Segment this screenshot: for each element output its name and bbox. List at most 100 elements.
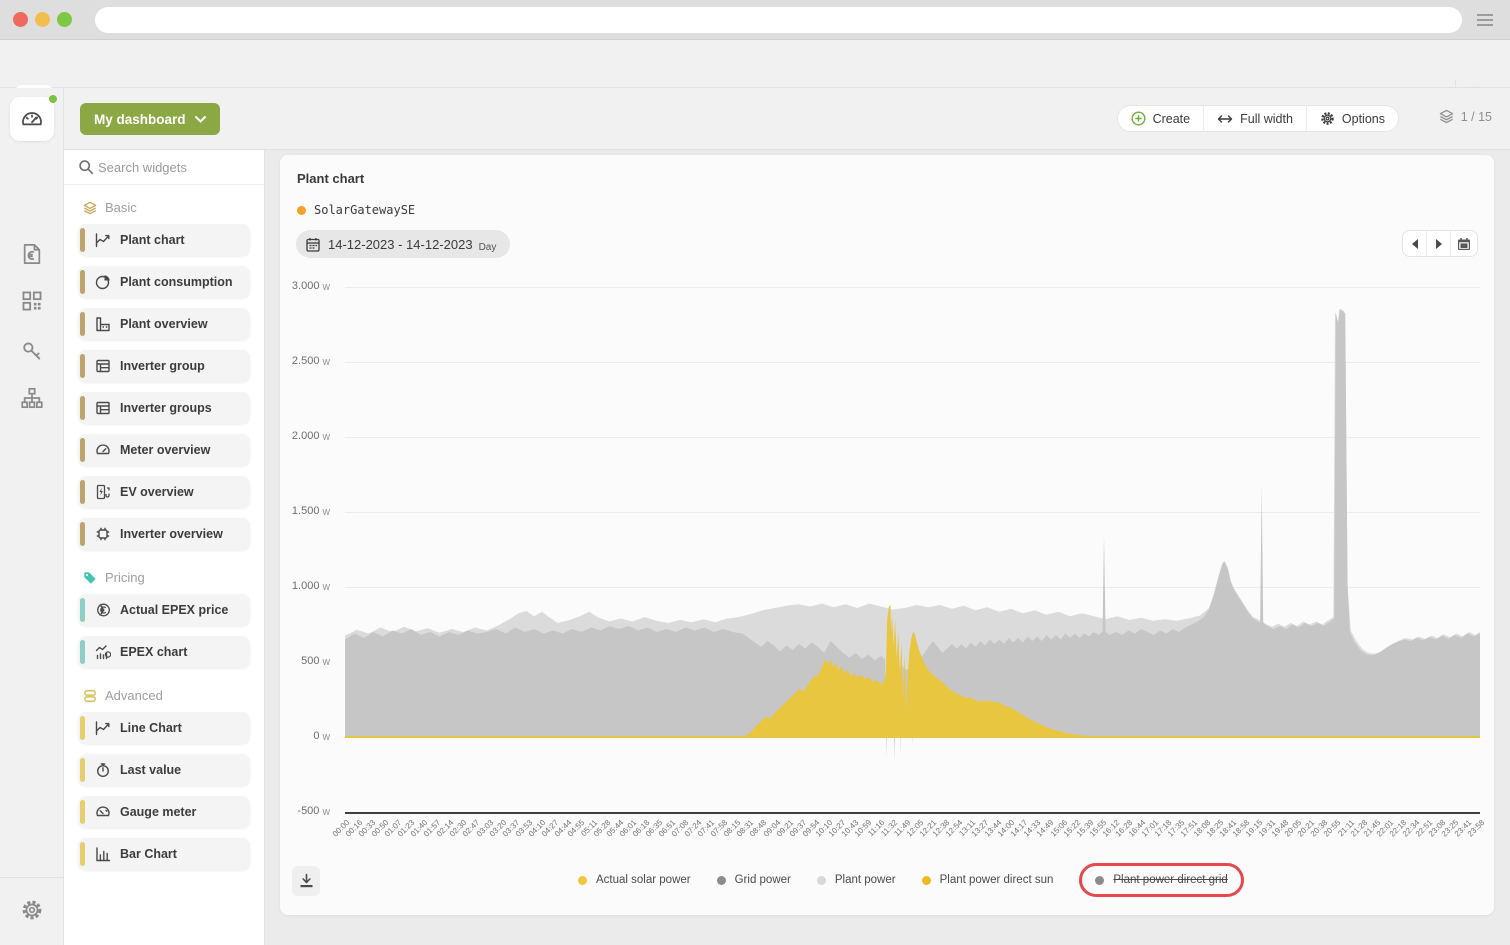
plant-chart-plot[interactable] (345, 280, 1480, 815)
sidebar-item-organization[interactable] (12, 378, 52, 418)
legend-label: Actual solar power (596, 874, 691, 886)
widget-item-inverter-overview[interactable]: Inverter overview (78, 518, 250, 550)
app-header: Embion (0, 40, 1510, 88)
widget-item-inverter-groups[interactable]: Inverter groups (78, 392, 250, 424)
grid-squares-icon (21, 290, 43, 312)
sidebar-item-invoices[interactable] (12, 234, 52, 274)
download-icon (299, 873, 314, 889)
full-width-button[interactable]: Full width (1204, 106, 1307, 131)
search-input[interactable] (98, 154, 256, 180)
widget-item-plant-consumption[interactable]: Plant consumption (78, 266, 250, 298)
device-legend-chip[interactable]: SolarGatewaySE (297, 203, 415, 217)
legend-item-plant-power-direct-sun[interactable]: Plant power direct sun (922, 874, 1054, 886)
widget-item-meter-overview[interactable]: Meter overview (78, 434, 250, 466)
chart-title: Plant chart (297, 171, 364, 186)
widget-item-label: Plant consumption (120, 275, 233, 289)
accent-bar (80, 354, 85, 378)
maximize-window-button[interactable] (57, 12, 72, 27)
chart-legend: Actual solar power Grid power Plant power P… (578, 874, 1244, 886)
widget-item-line-chart[interactable]: Line Chart (78, 712, 250, 744)
sidebar-item-dashboard[interactable] (10, 97, 54, 141)
accent-bar (80, 438, 85, 462)
next-period-button[interactable] (1427, 231, 1451, 256)
options-label: Options (1342, 112, 1385, 126)
widget-item-label: Bar Chart (120, 847, 177, 861)
widget-item-label: Plant overview (120, 317, 208, 331)
widget-item-label: Meter overview (120, 443, 210, 457)
accent-bar (80, 396, 85, 420)
widget-item-plant-overview[interactable]: Plant overview (78, 308, 250, 340)
power-plant-icon (90, 316, 116, 332)
legend-item-plant-power-direct-grid[interactable]: Plant power direct grid (1095, 874, 1227, 886)
accent-bar (80, 522, 85, 546)
euro-coins-icon (90, 602, 116, 618)
legend-label: Plant power direct grid (1113, 874, 1227, 886)
widget-item-ev-overview[interactable]: EV overview (78, 476, 250, 508)
ev-charger-icon (90, 484, 116, 500)
accent-bar (80, 480, 85, 504)
key-icon (21, 339, 43, 361)
y-tick-label: 2.500W (250, 355, 330, 367)
download-chart-button[interactable] (292, 866, 320, 896)
y-tick-label: 1.000W (250, 580, 330, 592)
dashboard-page-indicator[interactable]: 1 / 15 (1439, 109, 1492, 124)
widget-item-label: Inverter overview (120, 527, 223, 541)
calendar-icon (306, 237, 320, 252)
widget-item-label: Gauge meter (120, 805, 196, 819)
widget-item-plant-chart[interactable]: Plant chart (78, 224, 250, 256)
widget-item-label: Actual EPEX price (120, 603, 228, 617)
right-triangle-icon (1436, 239, 1442, 249)
layers-icon (1439, 109, 1454, 124)
widget-item-last-value[interactable]: Last value (78, 754, 250, 786)
legend-label: Plant power (835, 874, 896, 886)
section-title: Advanced (105, 688, 163, 703)
x-axis-line (345, 812, 1480, 814)
legend-item-actual-solar-power[interactable]: Actual solar power (578, 874, 691, 886)
create-label: Create (1153, 112, 1191, 126)
previous-period-button[interactable] (1403, 231, 1427, 256)
date-range-picker[interactable]: 14-12-2023 - 14-12-2023 Day (296, 230, 510, 258)
annotation-highlight-box: Plant power direct grid (1079, 863, 1243, 897)
device-status-dot (297, 206, 306, 215)
accent-bar (80, 640, 85, 664)
widget-item-epex-chart[interactable]: EPEX chart (78, 636, 250, 668)
widget-item-actual-epex-price[interactable]: Actual EPEX price (78, 594, 250, 626)
legend-item-grid-power[interactable]: Grid power (717, 874, 791, 886)
horizontal-arrows-icon (1217, 114, 1233, 124)
create-button[interactable]: Create (1118, 106, 1205, 131)
line-chart-icon (90, 720, 116, 736)
y-tick-label: 0W (250, 730, 330, 742)
dashboard-toolbar: My dashboard Create Full width (64, 88, 1510, 150)
legend-label: Grid power (735, 874, 791, 886)
accent-bar (80, 228, 85, 252)
gear-icon (1320, 111, 1335, 126)
search-icon (78, 159, 94, 175)
widget-item-bar-chart[interactable]: Bar Chart (78, 838, 250, 870)
sitemap-icon (21, 387, 43, 409)
address-bar[interactable] (95, 7, 1462, 33)
close-window-button[interactable] (13, 12, 28, 27)
jump-to-date-button[interactable] (1451, 231, 1477, 256)
y-tick-label: 1.500W (250, 505, 330, 517)
sidebar-item-widgets[interactable] (12, 281, 52, 321)
table-list-icon (90, 400, 116, 416)
legend-item-plant-power[interactable]: Plant power (817, 874, 896, 886)
dashboard-selector-button[interactable]: My dashboard (80, 103, 220, 135)
widget-item-gauge-meter[interactable]: Gauge meter (78, 796, 250, 828)
sidebar-item-api-keys[interactable] (12, 330, 52, 370)
minimize-window-button[interactable] (35, 12, 50, 27)
legend-dot (922, 876, 931, 885)
browser-menu-icon[interactable] (1476, 13, 1494, 32)
plus-circle-icon (1131, 111, 1146, 126)
tag-icon (83, 571, 97, 585)
options-button[interactable]: Options (1307, 106, 1398, 131)
browser-title-bar (0, 0, 1510, 40)
gauge-icon (90, 804, 116, 820)
line-chart-icon (90, 232, 116, 248)
stopwatch-icon (90, 762, 116, 778)
price-chart-icon (90, 644, 116, 660)
widget-item-label: Line Chart (120, 721, 182, 735)
sidebar-item-settings[interactable] (12, 890, 52, 930)
widget-item-label: EV overview (120, 485, 194, 499)
widget-item-inverter-group[interactable]: Inverter group (78, 350, 250, 382)
